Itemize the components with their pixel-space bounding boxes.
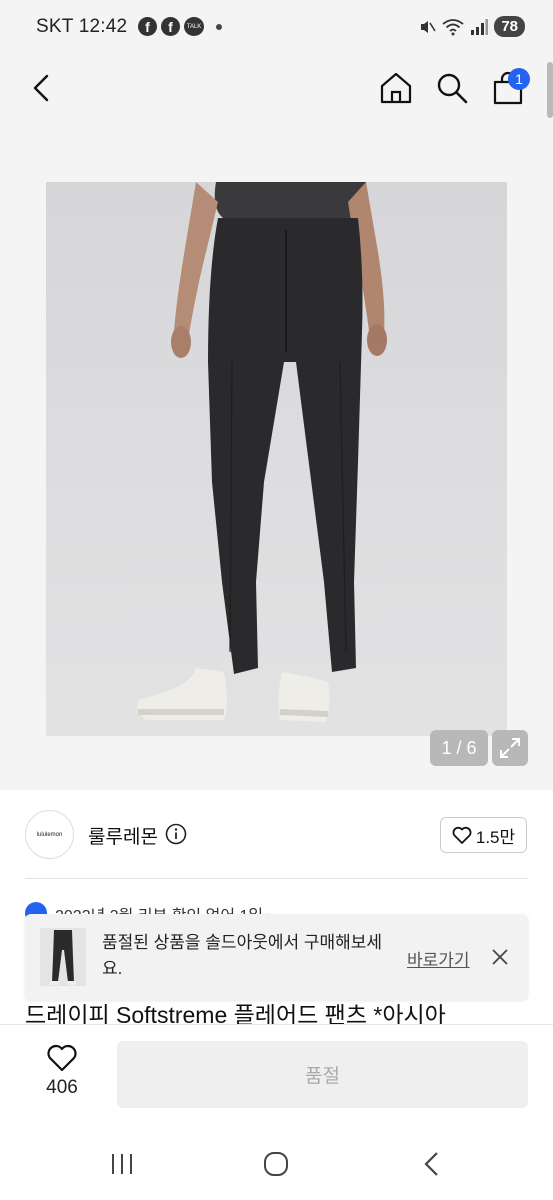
seller-like-count: 1.5만 (475, 827, 516, 847)
seller-avatar[interactable]: lululemon (25, 810, 74, 859)
search-icon (437, 73, 468, 104)
sold-out-button[interactable]: 품절 (117, 1041, 528, 1108)
kakaotalk-icon: TALK (184, 17, 204, 36)
wishlist-count: 406 (46, 1077, 78, 1098)
seller-name[interactable]: 룰루레몬 (88, 822, 158, 849)
cart-button[interactable]: 1 (486, 66, 530, 110)
info-icon[interactable] (165, 823, 187, 845)
close-icon[interactable] (489, 946, 511, 968)
seller-logo-text: lululemon (36, 831, 63, 838)
system-navigation (0, 1128, 553, 1200)
status-bar: SKT 12:42 f f TALK 78 (0, 0, 553, 56)
signal-icon (471, 18, 489, 35)
system-back-button[interactable] (412, 1148, 452, 1180)
expand-icon (500, 738, 520, 758)
carrier-label: SKT (36, 16, 74, 37)
back-chevron-icon (424, 1152, 438, 1176)
scroll-indicator (547, 62, 553, 118)
mute-icon (421, 20, 436, 33)
seller-like-button[interactable]: 1.5만 (440, 817, 527, 853)
heart-icon (452, 826, 472, 844)
facebook-icon: f (138, 17, 157, 36)
toast-message: 품절된 상품을 솔드아웃에서 구매해보세요. (102, 933, 383, 978)
expand-button[interactable] (492, 730, 528, 766)
recents-button[interactable] (102, 1148, 142, 1180)
system-home-button[interactable] (256, 1148, 296, 1180)
clock-label: 12:42 (78, 16, 128, 37)
product-illustration (137, 182, 387, 722)
battery-indicator: 78 (494, 16, 525, 37)
toast-go-link[interactable]: 바로가기 (407, 946, 470, 971)
back-button[interactable] (20, 66, 64, 110)
back-arrow-icon (33, 74, 49, 102)
toast-thumb-illustration (50, 930, 76, 985)
top-navigation: 1 (0, 56, 553, 120)
product-image[interactable] (46, 182, 507, 736)
purchase-bar: 406 품절 (0, 1024, 553, 1128)
wishlist-button[interactable]: 406 (40, 1043, 84, 1107)
heart-icon (47, 1044, 77, 1072)
image-pager: 1 / 6 (430, 730, 488, 766)
home-icon (380, 72, 412, 104)
seller-row: lululemon 룰루레몬 1.5만 (0, 790, 553, 880)
facebook-icon: f (161, 17, 180, 36)
search-button[interactable] (430, 66, 474, 110)
divider (25, 878, 528, 879)
status-time: SKT 12:42 (36, 16, 127, 38)
more-notifications-dot (216, 23, 222, 30)
system-status-icons: 78 (418, 16, 525, 37)
notification-icons: f f TALK (138, 17, 222, 36)
toast-product-thumbnail (40, 928, 86, 986)
recents-icon (112, 1154, 132, 1174)
wifi-icon (442, 18, 464, 35)
product-gallery[interactable]: 1 / 6 (0, 120, 553, 790)
home-button[interactable] (374, 66, 418, 110)
home-circle-icon (264, 1152, 288, 1176)
soldout-toast: 품절된 상품을 솔드아웃에서 구매해보세요. 바로가기 (25, 914, 528, 1000)
cart-count-badge: 1 (508, 68, 530, 90)
